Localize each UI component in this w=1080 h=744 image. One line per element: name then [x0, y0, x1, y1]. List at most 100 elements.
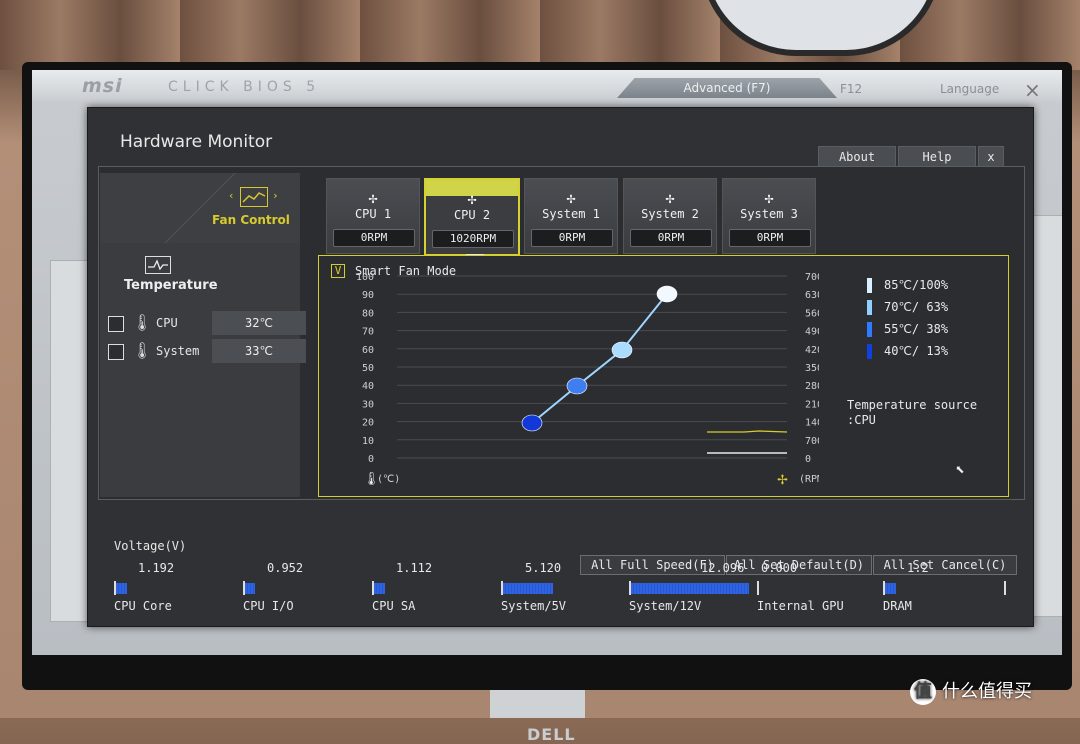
all-set-default-button[interactable]: All Set Default(D) — [726, 555, 872, 575]
right-tick-label: 2800 — [805, 381, 819, 392]
voltage-value: 1.112 — [396, 561, 433, 575]
legend-swatch — [867, 344, 872, 359]
left-tick-label: 100 — [356, 272, 374, 283]
right-tick-label: 700 — [805, 436, 819, 447]
sensor-checkbox-system[interactable] — [108, 344, 124, 360]
voltage-value: 12.096 — [701, 561, 745, 575]
left-tick-label: 70 — [362, 327, 374, 338]
sensor-value: 33℃ — [212, 339, 306, 363]
fan-name: System 3 — [740, 207, 798, 221]
bios-close-icon[interactable]: × — [1024, 78, 1041, 102]
fan-tab-system-2[interactable]: ✢ System 2 0RPM — [623, 178, 717, 254]
about-button[interactable]: About — [818, 146, 896, 168]
fan-icon: ✢ — [764, 189, 774, 207]
left-tick-label: 30 — [362, 399, 374, 410]
voltage-bar-fill — [503, 583, 553, 594]
temperature-source-label: Temperature source — [847, 398, 978, 412]
window-close-button[interactable]: x — [978, 146, 1004, 168]
fan-tab-system-3[interactable]: ✢ System 3 0RPM — [722, 178, 816, 254]
help-button[interactable]: Help — [898, 146, 976, 168]
left-tick-label: 90 — [362, 290, 374, 301]
temperature-graph-icon — [145, 256, 171, 274]
msi-logo: msi — [82, 75, 123, 97]
voltage-bar-fill — [116, 583, 127, 594]
fan-icon: ✢ — [467, 190, 477, 208]
voltage-bar-fill — [374, 583, 385, 594]
voltage-value: 0.952 — [267, 561, 304, 575]
right-tick-label: 1400 — [805, 418, 819, 429]
legend-item: 85℃/100% — [867, 278, 948, 296]
curve-point-70c[interactable] — [611, 341, 633, 359]
fan-control-section[interactable]: ‹ › Fan Control — [100, 173, 300, 243]
fan-rpm: 0RPM — [333, 229, 415, 247]
thermometer-icon: 🌡︎ — [132, 313, 153, 332]
thermometer-icon: 🌡︎ — [363, 471, 380, 487]
sensor-checkbox-cpu[interactable] — [108, 316, 124, 332]
voltage-bar-fill — [631, 583, 749, 594]
dell-logo: DELL — [527, 725, 576, 744]
voltage-scale-end — [1004, 581, 1006, 595]
mouse-cursor-icon: ⬉ — [955, 460, 965, 479]
voltage-title: Voltage(V) — [114, 539, 187, 553]
left-axis-unit: (℃) — [377, 474, 400, 485]
voltage-bar — [757, 581, 886, 595]
temperature-source: Temperature source :CPU — [847, 398, 977, 428]
screenshot-key[interactable]: F12 — [840, 82, 862, 96]
voltage-label: Internal GPU — [757, 599, 844, 613]
sensor-value: 32℃ — [212, 311, 306, 335]
sensor-name: CPU — [156, 316, 178, 330]
fan-name: System 2 — [641, 207, 699, 221]
legend-item: 55℃/ 38% — [867, 322, 948, 340]
product-name: CLICK BIOS 5 — [168, 79, 321, 95]
voltage-bar — [629, 581, 758, 595]
fan-icon: ✢ — [566, 189, 576, 207]
fan-rpm: 0RPM — [531, 229, 613, 247]
watermark: 值什么值得买 — [910, 677, 1032, 705]
bios-top-bar: msi CLICK BIOS 5 Advanced (F7) F12 Langu… — [32, 70, 1062, 104]
thermometer-icon: 🌡︎ — [132, 341, 153, 360]
fan-name: System 1 — [542, 207, 600, 221]
voltage-value: 1.192 — [138, 561, 175, 575]
sensor-row-cpu: 🌡︎ CPU 32℃ — [108, 311, 306, 337]
voltage-bar — [114, 581, 243, 595]
legend-label: 40℃/ 13% — [884, 344, 949, 358]
legend-item: 70℃/ 63% — [867, 300, 948, 318]
sensor-row-system: 🌡︎ System 33℃ — [108, 339, 306, 365]
legend-swatch — [867, 322, 872, 337]
fan-name: CPU 1 — [354, 207, 392, 221]
right-tick-label: 3500 — [805, 363, 819, 374]
fan-rpm: 1020RPM — [432, 230, 514, 248]
fan-curve-panel: V Smart Fan Mode 10070009063008056007049… — [318, 255, 1009, 497]
bios-screen: msi CLICK BIOS 5 Advanced (F7) F12 Langu… — [32, 70, 1062, 655]
voltage-label: CPU Core — [114, 599, 172, 613]
curve-point-40c[interactable] — [521, 414, 543, 432]
right-tick-label: 4900 — [805, 327, 819, 338]
fan-tab-system-1[interactable]: ✢ System 1 0RPM — [524, 178, 618, 254]
fan-tab-cpu-2[interactable]: ✢ CPU 2 1020RPM — [424, 178, 520, 257]
voltage-label: CPU I/O — [243, 599, 294, 613]
voltage-label: CPU SA — [372, 599, 416, 613]
legend-label: 70℃/ 63% — [884, 300, 949, 314]
voltage-bar — [243, 581, 372, 595]
voltage-label: System/5V — [501, 599, 567, 613]
hardware-monitor-window: Hardware Monitor About Help x ‹ › Fan Co… — [87, 107, 1034, 627]
curve-point-55c[interactable] — [566, 377, 588, 395]
temperature-label: Temperature — [124, 278, 218, 293]
advanced-mode-button[interactable]: Advanced (F7) — [617, 78, 837, 98]
fan-curve-graph[interactable]: 1007000906300805600704900604200503500402… — [319, 256, 819, 492]
all-set-cancel-button[interactable]: All Set Cancel(C) — [873, 555, 1017, 575]
voltage-bar-fill — [885, 583, 896, 594]
curve-point-85c[interactable] — [656, 285, 678, 303]
fan-control-label: Fan Control — [212, 213, 290, 227]
language-button[interactable]: Language — [940, 82, 999, 96]
legend-swatch — [867, 278, 872, 293]
monitor: msi CLICK BIOS 5 Advanced (F7) F12 Langu… — [22, 62, 1072, 744]
chevron-right-icon: › — [272, 189, 279, 202]
fan-icon: ✢ — [777, 473, 788, 488]
left-tick-label: 50 — [362, 363, 374, 374]
left-panel: ‹ › Fan Control Temperature 🌡︎ CPU 32℃ 🌡… — [100, 173, 306, 497]
voltage-value: 1.2 — [907, 561, 929, 575]
fan-control-icon — [240, 187, 268, 207]
fan-tab-cpu-1[interactable]: ✢ CPU 1 0RPM — [326, 178, 420, 254]
watermark-badge: 值 — [910, 679, 936, 705]
